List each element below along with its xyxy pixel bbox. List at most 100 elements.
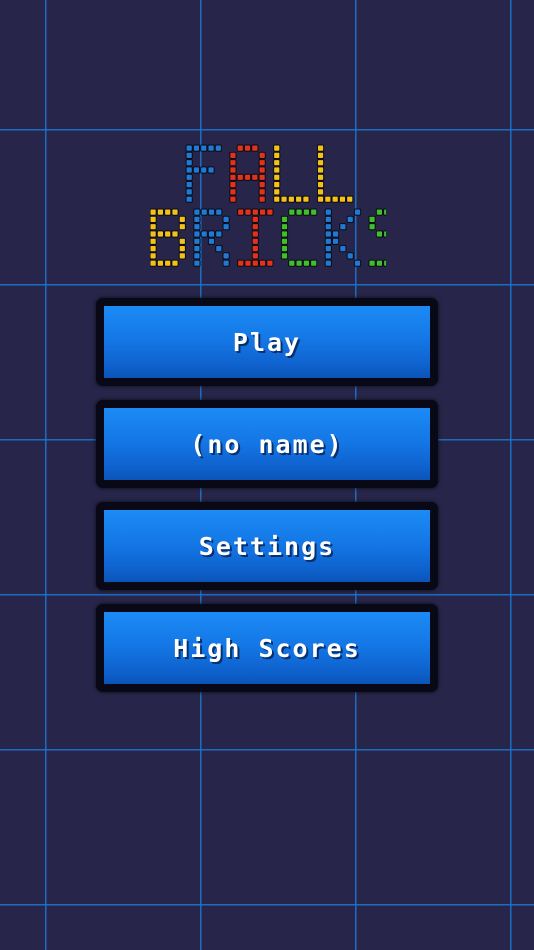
logo-brick: [243, 173, 252, 181]
logo-line-2-letter-i: [237, 208, 274, 267]
logo-brick: [214, 144, 222, 152]
logo-brick: [164, 259, 172, 267]
logo-brick: [338, 195, 347, 203]
logo-brick: [332, 230, 340, 238]
logo-brick: [178, 215, 186, 224]
logo-brick: [150, 215, 157, 223]
logo-brick: [324, 195, 332, 203]
logo-brick: [178, 252, 186, 260]
logo-brick: [368, 259, 376, 267]
logo-brick: [229, 166, 237, 174]
logo-line-2-letter-c: [280, 208, 318, 267]
logo-brick: [244, 259, 252, 267]
logo-brick: [302, 208, 311, 216]
logo-line-2-letter-r: [193, 208, 230, 267]
logo-brick: [258, 166, 266, 174]
logo-brick: [280, 245, 289, 253]
logo-brick: [171, 230, 179, 238]
logo-brick: [178, 237, 186, 245]
game-logo: FALL BRICKS: [150, 143, 386, 275]
logo-brick: [339, 223, 347, 231]
logo-brick: [193, 259, 201, 267]
logo-brick: [383, 259, 386, 267]
logo-brick: [171, 208, 179, 216]
logo-brick: [295, 208, 303, 216]
logo-brick: [288, 208, 296, 216]
play-button-label: Play: [232, 327, 302, 357]
logo-brick: [222, 215, 230, 224]
logo-brick: [156, 230, 164, 238]
logo-brick: [316, 173, 325, 181]
logo-brick: [302, 195, 310, 203]
logo-brick: [251, 245, 259, 253]
logo-brick: [273, 181, 281, 189]
logo-brick: [229, 159, 237, 167]
logo-brick: [156, 208, 164, 216]
logo-brick: [280, 230, 289, 238]
high-scores-button[interactable]: High Scores: [96, 604, 438, 692]
logo-brick: [383, 208, 386, 216]
logo-brick: [236, 144, 244, 152]
logo-brick: [236, 173, 244, 181]
logo-brick: [193, 230, 201, 238]
logo-brick: [280, 252, 289, 260]
logo-brick: [316, 195, 325, 203]
logo-brick: [273, 144, 281, 152]
logo-brick: [273, 159, 281, 167]
logo-brick: [295, 195, 303, 203]
logo-brick: [266, 208, 274, 216]
logo-brick: [288, 259, 296, 267]
logo-brick: [193, 252, 201, 260]
logo-brick: [258, 195, 266, 203]
logo-brick: [280, 237, 289, 245]
logo-brick: [178, 223, 186, 231]
logo-brick: [229, 173, 237, 181]
high-scores-button-label: High Scores: [173, 633, 361, 663]
logo-brick: [375, 259, 384, 267]
logo-brick: [185, 144, 193, 152]
logo-brick: [222, 223, 230, 231]
logo-brick: [251, 252, 259, 260]
logo-brick: [185, 151, 193, 159]
logo-brick: [215, 230, 223, 238]
logo-brick: [295, 259, 303, 267]
logo-brick: [273, 151, 281, 159]
logo-line-1-letter-a: [229, 144, 266, 203]
logo-brick: [150, 230, 157, 238]
logo-brick: [200, 166, 208, 174]
settings-button-face: Settings: [104, 510, 430, 582]
logo-brick: [251, 223, 259, 231]
logo-brick: [207, 237, 216, 245]
logo-brick: [178, 245, 186, 253]
logo-brick: [193, 223, 201, 231]
logo-brick: [280, 195, 288, 203]
logo-brick: [185, 166, 193, 174]
logo-brick: [280, 215, 289, 224]
logo-brick: [222, 259, 230, 267]
logo-brick: [258, 151, 266, 159]
logo-brick: [310, 259, 318, 267]
settings-button[interactable]: Settings: [96, 502, 438, 590]
logo-brick: [302, 259, 311, 267]
logo-brick: [185, 188, 193, 196]
logo-brick: [310, 208, 318, 216]
play-button[interactable]: Play: [96, 298, 438, 386]
logo-brick: [251, 230, 259, 238]
main-menu-screen: FALL BRICKS Play (no name) Settings High…: [0, 0, 534, 950]
logo-brick: [150, 252, 157, 260]
logo-brick: [316, 144, 325, 152]
logo-brick: [207, 166, 215, 174]
logo-brick: [273, 173, 281, 181]
logo-brick: [193, 208, 201, 216]
logo-brick: [237, 259, 245, 267]
logo-brick: [375, 208, 384, 216]
logo-brick: [383, 230, 386, 238]
logo-brick: [353, 208, 362, 216]
logo-brick: [346, 195, 354, 203]
logo-brick: [150, 259, 157, 267]
logo-brick: [200, 208, 208, 216]
logo-brick: [251, 144, 259, 152]
player-name-button[interactable]: (no name): [96, 400, 438, 488]
logo-brick: [316, 181, 325, 189]
logo-brick: [156, 259, 164, 267]
